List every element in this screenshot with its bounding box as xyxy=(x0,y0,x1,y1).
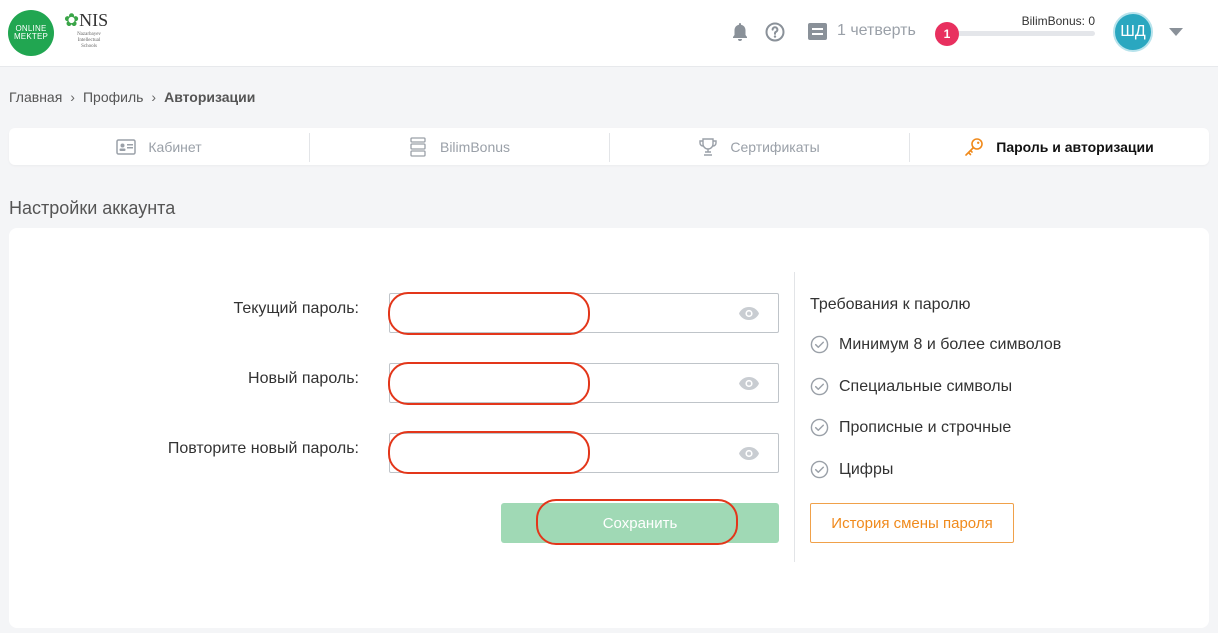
profile-tabs: Кабинет BilimBonus Сертификаты Пароль и … xyxy=(9,128,1209,165)
breadcrumb: Главная › Профиль › Авторизации xyxy=(9,89,255,105)
tab-cabinet-label: Кабинет xyxy=(148,138,202,155)
bilimbonus-progress-track xyxy=(945,31,1095,36)
quarter-label: 1 четверть xyxy=(837,22,916,39)
save-button[interactable]: Сохранить xyxy=(501,503,779,543)
breadcrumb-current: Авторизации xyxy=(164,89,256,105)
repeat-password-label: Повторите новый пароль: xyxy=(167,440,359,457)
nis-mark-text: NIS xyxy=(79,10,109,30)
tab-certificates[interactable]: Сертификаты xyxy=(609,128,909,165)
password-history-button[interactable]: История смены пароля xyxy=(810,503,1014,543)
requirement-item: Цифры xyxy=(810,460,893,479)
divider xyxy=(794,272,795,562)
caret-down-icon[interactable] xyxy=(1169,28,1183,36)
requirement-text: Специальные символы xyxy=(839,377,1013,395)
eye-icon[interactable] xyxy=(738,446,760,461)
list-icon xyxy=(808,22,827,40)
current-password-input[interactable] xyxy=(390,294,778,332)
requirement-item: Специальные символы xyxy=(810,377,1012,396)
requirement-item: Минимум 8 и более символов xyxy=(810,335,1061,354)
new-password-label: Новый пароль: xyxy=(248,370,359,387)
requirement-text: Цифры xyxy=(839,460,894,478)
avatar[interactable]: ШД xyxy=(1113,12,1153,52)
quarter-selector[interactable]: 1 четверть xyxy=(808,22,916,40)
requirements-title: Требования к паролю xyxy=(810,296,971,313)
breadcrumb-profile[interactable]: Профиль xyxy=(83,89,143,105)
eye-icon[interactable] xyxy=(738,306,760,321)
key-icon xyxy=(964,137,984,157)
logo-line-2: MEKTEP xyxy=(13,32,49,41)
section-title: Настройки аккаунта xyxy=(9,198,176,218)
new-password-input[interactable] xyxy=(390,364,778,402)
tab-bilimbonus-label: BilimBonus xyxy=(439,138,511,155)
check-circle-icon xyxy=(810,377,829,396)
repeat-password-input[interactable] xyxy=(390,434,778,472)
nis-logo[interactable]: ✿NIS Nazarbayev Intellectual Schools xyxy=(64,10,114,58)
check-circle-icon xyxy=(810,460,829,479)
tab-password-auth-label: Пароль и авторизации xyxy=(996,138,1154,155)
requirement-item: Прописные и строчные xyxy=(810,418,1011,437)
nis-subtitle-line-3: Schools xyxy=(81,44,97,49)
nis-subtitle: Nazarbayev Intellectual Schools xyxy=(74,32,104,50)
eye-icon[interactable] xyxy=(738,376,760,391)
current-password-field[interactable] xyxy=(389,293,779,333)
tab-password-auth[interactable]: Пароль и авторизации xyxy=(909,128,1209,165)
online-mektep-logo[interactable]: ONLINE MEKTEP xyxy=(8,10,54,56)
new-password-field[interactable] xyxy=(389,363,779,403)
repeat-password-field[interactable] xyxy=(389,433,779,473)
bell-icon[interactable] xyxy=(729,21,751,43)
requirement-text: Прописные и строчные xyxy=(839,418,1012,436)
tab-bilimbonus[interactable]: BilimBonus xyxy=(309,128,609,165)
id-card-icon xyxy=(116,137,137,157)
bilimbonus-level-badge: 1 xyxy=(935,22,959,46)
breadcrumb-home[interactable]: Главная xyxy=(9,89,62,105)
nis-mark: ✿NIS xyxy=(64,10,109,30)
check-circle-icon xyxy=(810,418,829,437)
current-password-label: Текущий пароль: xyxy=(233,300,359,317)
requirement-text: Минимум 8 и более символов xyxy=(839,335,1062,353)
question-circle-icon[interactable] xyxy=(764,21,786,43)
chevron-right-icon: › xyxy=(70,89,75,105)
trophy-icon xyxy=(698,137,718,157)
tab-cabinet[interactable]: Кабинет xyxy=(9,128,309,165)
top-header: ONLINE MEKTEP ✿NIS Nazarbayev Intellectu… xyxy=(0,0,1218,67)
stack-icon xyxy=(408,136,428,157)
chevron-right-icon: › xyxy=(151,89,157,105)
bilimbonus-widget[interactable]: BilimBonus: 0 1 xyxy=(935,14,1100,50)
check-circle-icon xyxy=(810,335,829,354)
tab-certificates-label: Сертификаты xyxy=(730,138,820,155)
bilimbonus-label: BilimBonus: 0 xyxy=(1021,14,1095,28)
account-settings-card: Текущий пароль: Новый пароль: Повторите … xyxy=(9,228,1209,628)
